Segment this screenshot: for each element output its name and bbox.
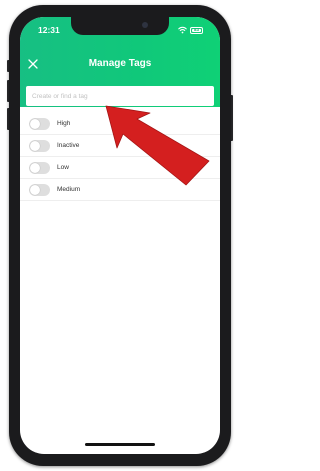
status-time: 12:31 xyxy=(38,25,60,35)
tag-item[interactable]: Low xyxy=(20,157,220,179)
tag-toggle[interactable] xyxy=(29,161,50,174)
tag-item[interactable]: Medium xyxy=(20,179,220,201)
tag-item[interactable]: High xyxy=(20,113,220,135)
tag-toggle[interactable] xyxy=(29,183,50,196)
tag-toggle[interactable] xyxy=(29,139,50,152)
camera-icon xyxy=(142,22,148,28)
tag-label: High xyxy=(57,120,71,127)
battery-icon: 83 xyxy=(190,26,203,34)
app-header: 12:31 83 Manage Tags xyxy=(20,17,220,107)
tag-label: Medium xyxy=(57,186,81,193)
status-icons: 83 xyxy=(178,26,203,34)
phone-screen: 12:31 83 Manage Tags High xyxy=(20,17,220,454)
tag-toggle[interactable] xyxy=(29,117,50,130)
home-indicator xyxy=(85,443,155,446)
close-icon xyxy=(28,59,38,69)
notch xyxy=(71,17,169,35)
close-button[interactable] xyxy=(26,57,40,71)
tag-label: Low xyxy=(57,164,69,171)
battery-level: 83 xyxy=(193,26,199,32)
wifi-icon xyxy=(178,26,187,34)
search-input[interactable] xyxy=(26,86,214,106)
tag-item[interactable]: Inactive xyxy=(20,135,220,157)
page-title: Manage Tags xyxy=(88,58,152,69)
tag-label: Inactive xyxy=(57,142,80,149)
tag-list: High Inactive Low Medium xyxy=(20,113,220,201)
